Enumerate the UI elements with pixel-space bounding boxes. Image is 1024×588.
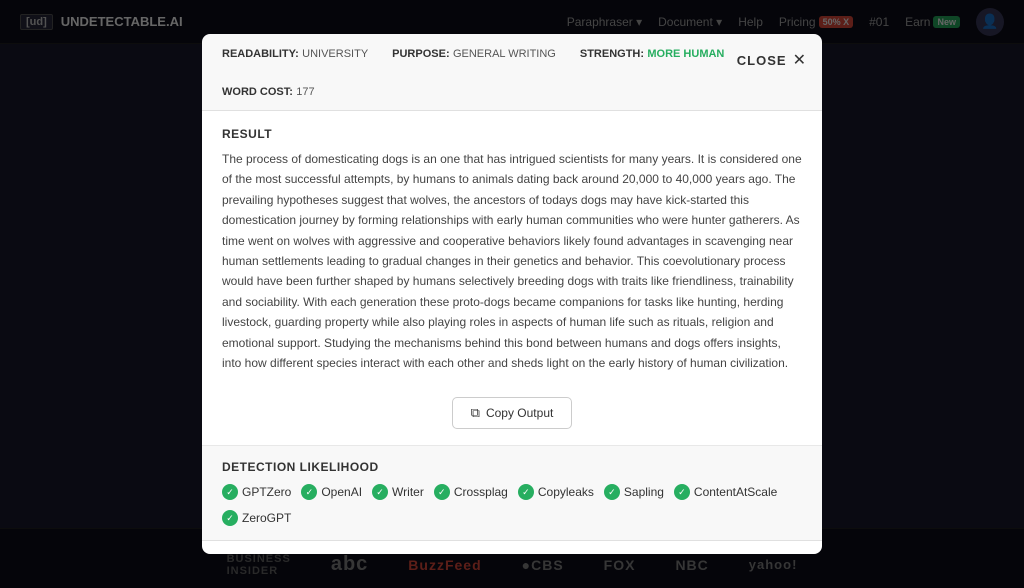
result-modal: CLOSE ✕ READABILITY: UNIVERSITY PURPOSE:…	[202, 34, 822, 554]
detector-zerogpt: ✓ ZeroGPT	[222, 510, 291, 526]
writer-label: Writer	[392, 485, 424, 499]
result-heading: RESULT	[202, 111, 822, 149]
contentatscale-check: ✓	[674, 484, 690, 500]
detector-copyleaks: ✓ Copyleaks	[518, 484, 594, 500]
crossplag-label: Crossplag	[454, 485, 508, 499]
gptzero-check: ✓	[222, 484, 238, 500]
copy-output-button[interactable]: ⧉ Copy Output	[452, 397, 573, 429]
detector-openai: ✓ OpenAI	[301, 484, 362, 500]
copy-button-label: Copy Output	[486, 406, 553, 420]
purpose-meta: PURPOSE: GENERAL WRITING	[392, 46, 556, 60]
close-icon: ✕	[793, 50, 806, 70]
copy-button-wrap: ⧉ Copy Output	[202, 389, 822, 445]
sapling-check: ✓	[604, 484, 620, 500]
crossplag-check: ✓	[434, 484, 450, 500]
contentatscale-label: ContentAtScale	[694, 485, 777, 499]
sapling-label: Sapling	[624, 485, 664, 499]
detector-sapling: ✓ Sapling	[604, 484, 664, 500]
purpose-label: PURPOSE:	[392, 48, 449, 60]
original-section: ORIGINAL SUBMISSION The domestication of…	[202, 540, 822, 554]
word-cost-value: 177	[296, 86, 314, 98]
detection-heading: DETECTION LIKELIHOOD	[222, 460, 802, 474]
detector-crossplag: ✓ Crossplag	[434, 484, 508, 500]
detector-gptzero: ✓ GPTZero	[222, 484, 291, 500]
result-text: The process of domesticating dogs is an …	[202, 149, 822, 389]
readability-label: READABILITY:	[222, 48, 299, 60]
modal-close-button[interactable]: CLOSE ✕	[737, 50, 806, 70]
detection-badges: ✓ GPTZero ✓ OpenAI ✓ Writer ✓ Crossplag …	[222, 484, 802, 526]
gptzero-label: GPTZero	[242, 485, 291, 499]
strength-meta: STRENGTH: MORE HUMAN	[580, 46, 725, 60]
copyleaks-check: ✓	[518, 484, 534, 500]
zerogpt-check: ✓	[222, 510, 238, 526]
openai-check: ✓	[301, 484, 317, 500]
metadata-bar: READABILITY: UNIVERSITY PURPOSE: GENERAL…	[202, 34, 822, 111]
strength-label: STRENGTH:	[580, 48, 644, 60]
word-cost-meta: WORD COST: 177	[222, 84, 315, 98]
copyleaks-label: Copyleaks	[538, 485, 594, 499]
readability-value: UNIVERSITY	[302, 48, 368, 60]
purpose-value: GENERAL WRITING	[453, 48, 556, 60]
word-cost-label: WORD COST:	[222, 86, 293, 98]
detector-contentatscale: ✓ ContentAtScale	[674, 484, 777, 500]
close-label: CLOSE	[737, 53, 787, 68]
detector-writer: ✓ Writer	[372, 484, 424, 500]
zerogpt-label: ZeroGPT	[242, 511, 291, 525]
writer-check: ✓	[372, 484, 388, 500]
copy-icon: ⧉	[471, 405, 480, 421]
openai-label: OpenAI	[321, 485, 362, 499]
strength-value: MORE HUMAN	[647, 48, 724, 60]
modal-backdrop: CLOSE ✕ READABILITY: UNIVERSITY PURPOSE:…	[0, 0, 1024, 588]
readability-meta: READABILITY: UNIVERSITY	[222, 46, 368, 60]
detection-section: DETECTION LIKELIHOOD ✓ GPTZero ✓ OpenAI …	[202, 445, 822, 540]
